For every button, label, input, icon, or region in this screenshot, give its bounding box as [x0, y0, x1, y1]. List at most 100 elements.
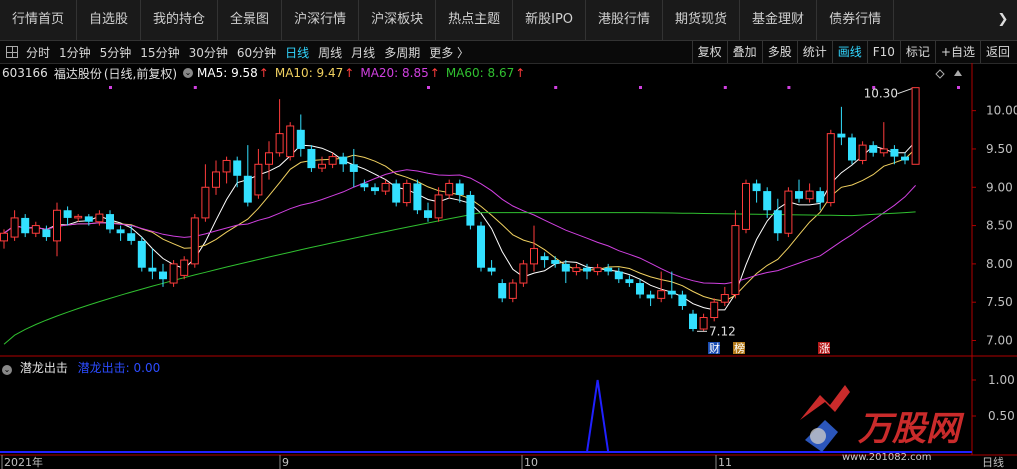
- nav-more-icon[interactable]: ❯: [993, 0, 1013, 40]
- price-tick-label-4: 8.00: [986, 257, 1013, 271]
- toolbar-button-3[interactable]: 统计: [796, 41, 832, 63]
- candle-body-0: [0, 232, 8, 242]
- candle-body-82: [869, 145, 878, 153]
- indicator-toggle-icon[interactable]: ⌄: [2, 365, 12, 375]
- toolbar-button-5[interactable]: F10: [866, 41, 900, 63]
- candle-body-69: [731, 225, 740, 296]
- toolbar-button-8[interactable]: 返回: [979, 41, 1015, 63]
- period-item-7[interactable]: 周线: [318, 44, 342, 61]
- period-item-5[interactable]: 60分钟: [237, 44, 276, 61]
- ma-info-line: 603166 福达股份 (日线,前复权) ⌄ MA5: 9.58 ↑ MA10: …: [2, 66, 531, 81]
- candle-body-17: [180, 259, 189, 276]
- period-item-10[interactable]: 更多 〉: [429, 44, 469, 61]
- candle-body-2: [21, 217, 30, 234]
- nav-tab-5[interactable]: 沪深板块: [359, 0, 437, 40]
- candle-body-19: [201, 186, 210, 219]
- price-tick-label-5: 7.50: [986, 295, 1013, 309]
- price-tick-label-3: 8.50: [986, 219, 1013, 233]
- stock-name: 福达股份: [53, 66, 102, 81]
- candle-body-73: [773, 210, 782, 234]
- period-item-0[interactable]: 分时: [26, 44, 50, 61]
- indicator-title: ⌄ 潜龙出击 潜龙出击: 0.00: [2, 359, 160, 376]
- nav-tab-4[interactable]: 沪深行情: [282, 0, 360, 40]
- period-item-3[interactable]: 15分钟: [140, 44, 179, 61]
- nav-tab-1[interactable]: 自选股: [77, 0, 142, 40]
- period-item-9[interactable]: 多周期: [384, 44, 420, 61]
- period-item-2[interactable]: 5分钟: [100, 44, 132, 61]
- candle-body-83: [879, 148, 888, 154]
- period-item-8[interactable]: 月线: [351, 44, 375, 61]
- logo-ball: [810, 428, 826, 444]
- x-label-3: 11: [718, 456, 732, 469]
- candle-body-21: [222, 159, 231, 173]
- badge-cai: 财: [709, 341, 720, 355]
- event-dot-0: [109, 86, 112, 89]
- candle-body-18: [190, 217, 199, 265]
- ma20-up-arrow-icon: ↑: [429, 66, 440, 80]
- candle-body-20: [212, 171, 220, 188]
- grid-icon[interactable]: [6, 46, 18, 58]
- candle-body-42: [445, 182, 454, 196]
- toolbar-button-2[interactable]: 多股: [761, 41, 797, 63]
- candle-body-24: [254, 163, 263, 196]
- nav-tab-8[interactable]: 港股行情: [586, 0, 664, 40]
- corner-diamond-icon: [935, 69, 945, 79]
- toolbar-button-1[interactable]: 叠加: [726, 41, 762, 63]
- ma-toggle-icon[interactable]: ⌄: [183, 68, 194, 78]
- badge-zhang: 涨: [819, 342, 830, 355]
- candle-body-38: [402, 182, 411, 204]
- candle-body-76: [805, 190, 814, 200]
- nav-tab-2[interactable]: 我的持仓: [141, 0, 219, 40]
- candle-body-26: [275, 133, 284, 154]
- candle-body-40: [424, 210, 432, 218]
- nav-tab-10[interactable]: 基金理财: [740, 0, 818, 40]
- ind-tick-label-0: 1.00: [988, 373, 1015, 387]
- indicator-value: 潜龙出击: 0.00: [77, 361, 161, 375]
- candle-body-71: [752, 183, 761, 192]
- candle-body-58: [614, 271, 623, 280]
- low-price-label: 7.12: [709, 324, 736, 338]
- toolbar-button-4[interactable]: 画线: [831, 41, 867, 63]
- event-dot-2: [427, 86, 430, 89]
- nav-tab-3[interactable]: 全景图: [218, 0, 283, 40]
- toolbar-button-6[interactable]: 标记: [899, 41, 935, 63]
- candle-body-30: [318, 163, 326, 169]
- candle-body-84: [890, 148, 899, 157]
- candle-body-12: [127, 233, 136, 241]
- nav-tab-6[interactable]: 热点主题: [436, 0, 514, 40]
- logo-arrow-red: [800, 385, 850, 420]
- candle-body-41: [434, 194, 443, 219]
- candle-body-53: [561, 263, 570, 272]
- axis-caption: 日线: [982, 455, 1004, 469]
- toolbar-button-0[interactable]: 复权: [691, 41, 727, 63]
- watermark-logo: 万股网 www.201082.com: [800, 385, 965, 463]
- candle-body-28: [296, 129, 305, 149]
- candle-body-51: [540, 256, 549, 261]
- ind-tick-label-1: 0.50: [988, 409, 1015, 423]
- candle-body-44: [466, 194, 475, 226]
- ma60-line: [3, 211, 916, 345]
- candle-body-27: [286, 125, 295, 158]
- candle-body-78: [826, 133, 835, 204]
- period-item-4[interactable]: 30分钟: [189, 44, 228, 61]
- ma5-label: MA5: 9.58: [197, 66, 258, 80]
- candle-body-15: [159, 271, 167, 280]
- candle-body-59: [625, 279, 634, 284]
- nav-tab-11[interactable]: 债券行情: [817, 0, 895, 40]
- candle-body-13: [137, 240, 146, 268]
- ma10-up-arrow-icon: ↑: [344, 66, 355, 80]
- toolbar-button-7[interactable]: +自选: [934, 41, 980, 63]
- candle-body-9: [95, 213, 104, 223]
- candle-body-5: [53, 209, 61, 242]
- top-nav: 行情首页 自选股 我的持仓 全景图 沪深行情 沪深板块 热点主题 新股IPO 港股行情 期货现货基…: [0, 0, 1017, 41]
- period-item-6[interactable]: 日线: [285, 44, 309, 61]
- candle-body-4: [42, 229, 51, 238]
- candle-body-54: [572, 267, 581, 273]
- nav-tab-9[interactable]: 期货现货: [663, 0, 741, 40]
- nav-tab-7[interactable]: 新股IPO: [513, 0, 587, 40]
- nav-tab-0[interactable]: 行情首页: [0, 0, 78, 40]
- event-dot-1: [193, 86, 197, 89]
- candle-body-66: [699, 317, 708, 330]
- candle-body-72: [763, 191, 772, 211]
- period-item-1[interactable]: 1分钟: [59, 44, 91, 61]
